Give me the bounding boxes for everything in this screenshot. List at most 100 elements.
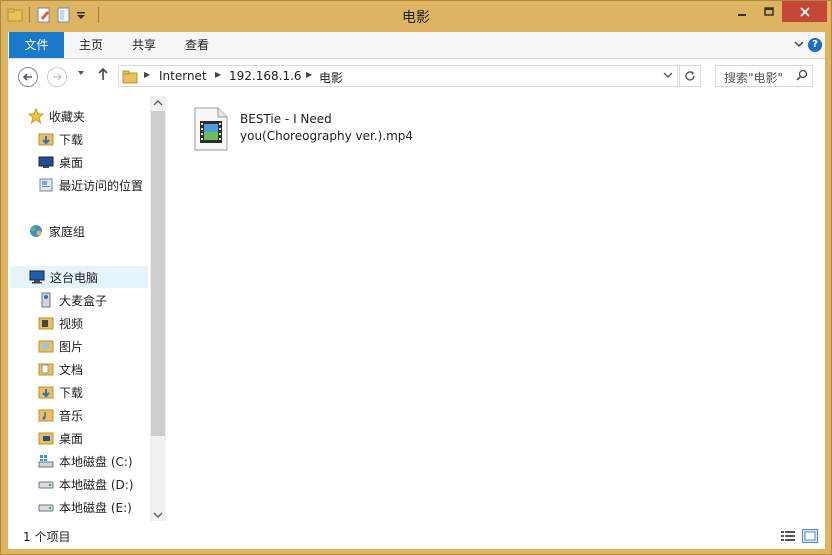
navigation-bar: ▶ Internet ▶ 192.168.1.6 ▶ 电影 搜索"电影" xyxy=(8,59,825,93)
up-button[interactable] xyxy=(97,67,109,85)
help-icon: ? xyxy=(812,39,818,50)
sidebar-item-label: 桌面 xyxy=(59,431,84,446)
sidebar-item-label: 本地磁盘 (C:) xyxy=(59,454,133,469)
sidebar-item-label: 视频 xyxy=(59,316,84,331)
scroll-up-icon[interactable] xyxy=(153,99,163,109)
sidebar-item-downloads[interactable]: 下载 xyxy=(38,128,83,150)
tab-file[interactable]: 文件 xyxy=(9,32,64,58)
breadcrumb-separator-icon[interactable]: ▶ xyxy=(144,70,150,79)
forward-arrow-icon xyxy=(53,73,63,81)
sidebar-item-label: 音乐 xyxy=(59,408,84,423)
sidebar-item-this-pc[interactable]: 这台电脑 xyxy=(10,266,148,288)
details-view-icon xyxy=(781,531,795,541)
expand-ribbon-button[interactable] xyxy=(793,38,805,50)
sidebar-item-label: 文档 xyxy=(59,362,84,377)
drive-icon xyxy=(38,476,54,492)
forward-button[interactable] xyxy=(47,67,67,87)
close-button[interactable] xyxy=(782,1,827,22)
sidebar-item-label: 图片 xyxy=(59,339,84,354)
sidebar-item-drive-e[interactable]: 本地磁盘 (E:) xyxy=(38,496,132,518)
content-area: 收藏夹 下载 桌面 最近访问的位置 家庭组 这台电脑 大麦盒子 视频 图片 文档… xyxy=(8,93,825,524)
file-name-line: you(Choreography ver.).mp4 xyxy=(240,129,414,143)
minimize-button[interactable] xyxy=(728,1,755,22)
documents-folder-icon xyxy=(38,361,54,377)
file-item[interactable]: BESTie - I Need you(Choreography ver.).m… xyxy=(194,107,434,155)
address-dropdown-button[interactable] xyxy=(663,70,673,83)
video-file-icon xyxy=(194,107,228,151)
navigation-pane: 收藏夹 下载 桌面 最近访问的位置 家庭组 这台电脑 大麦盒子 视频 图片 文档… xyxy=(8,93,150,521)
sidebar-item-label: 最近访问的位置 xyxy=(59,178,144,193)
breadcrumb-separator-icon[interactable]: ▶ xyxy=(215,70,221,79)
recent-locations-button[interactable] xyxy=(77,69,85,79)
sidebar-item-documents[interactable]: 文档 xyxy=(38,358,83,380)
maximize-button[interactable] xyxy=(755,1,782,22)
sidebar-item-label: 大麦盒子 xyxy=(59,293,108,308)
homegroup-icon xyxy=(28,223,44,239)
help-button[interactable]: ? xyxy=(808,38,822,52)
details-view-button[interactable] xyxy=(780,529,796,543)
breadcrumb-current[interactable]: 电影 xyxy=(319,69,343,86)
sidebar-item-videos[interactable]: 视频 xyxy=(38,312,83,334)
sidebar-item-label: 家庭组 xyxy=(49,224,86,239)
back-arrow-icon xyxy=(22,73,32,81)
sidebar-item-desktop[interactable]: 桌面 xyxy=(38,151,83,173)
desktop-icon xyxy=(38,154,54,170)
chevron-down-icon xyxy=(78,71,84,75)
sidebar-item-favorites[interactable]: 收藏夹 xyxy=(27,105,85,127)
tab-view[interactable]: 查看 xyxy=(174,32,220,58)
refresh-icon xyxy=(685,71,695,81)
address-bar[interactable]: ▶ Internet ▶ 192.168.1.6 ▶ 电影 xyxy=(118,65,678,87)
sidebar-item-label: 桌面 xyxy=(59,155,84,170)
sidebar-item-homegroup[interactable]: 家庭组 xyxy=(28,220,85,242)
refresh-button[interactable] xyxy=(679,65,701,87)
large-icons-view-icon xyxy=(802,529,818,543)
search-box[interactable]: 搜索"电影" xyxy=(715,65,813,87)
maximize-icon xyxy=(763,6,774,16)
large-icons-view-button[interactable] xyxy=(802,529,818,543)
download-folder-icon xyxy=(38,131,54,147)
search-icon[interactable] xyxy=(796,69,808,81)
tab-share[interactable]: 共享 xyxy=(121,32,167,58)
sidebar-item-label: 这台电脑 xyxy=(50,270,99,285)
file-name-line: BESTie - I Need xyxy=(240,112,332,126)
item-count: 1 个项目 xyxy=(23,530,71,544)
window-controls xyxy=(728,1,827,22)
sidebar-item-label: 下载 xyxy=(59,132,84,147)
explorer-window: 电影 文件 主页 共享 查看 ? ▶ Internet ▶ 192.168.1.… xyxy=(0,0,832,555)
sidebar-item-label: 本地磁盘 (D:) xyxy=(59,477,134,492)
star-icon xyxy=(27,107,45,125)
sidebar-item-drive-d[interactable]: 本地磁盘 (D:) xyxy=(38,473,133,495)
minimize-icon xyxy=(737,13,746,16)
search-input[interactable]: 搜索"电影" xyxy=(724,69,783,86)
download-folder-icon xyxy=(38,384,54,400)
status-bar: 1 个项目 xyxy=(8,521,825,549)
tab-home[interactable]: 主页 xyxy=(68,32,114,58)
breadcrumb-internet[interactable]: Internet xyxy=(159,69,207,83)
navigation-scrollbar[interactable] xyxy=(150,96,166,524)
sidebar-item-desktop-pc[interactable]: 桌面 xyxy=(38,427,83,449)
sidebar-item-pictures[interactable]: 图片 xyxy=(38,335,83,357)
recent-places-icon xyxy=(38,177,54,193)
desktop-folder-icon xyxy=(38,430,54,446)
videos-folder-icon xyxy=(38,315,54,331)
sidebar-item-label: 下载 xyxy=(59,385,84,400)
sidebar-item-recent-places[interactable]: 最近访问的位置 xyxy=(38,174,143,196)
sidebar-item-label: 本地磁盘 (E:) xyxy=(59,500,132,515)
sidebar-item-media-device[interactable]: 大麦盒子 xyxy=(38,289,107,311)
sidebar-item-downloads-pc[interactable]: 下载 xyxy=(38,381,83,403)
scroll-down-icon[interactable] xyxy=(153,511,163,521)
pictures-folder-icon xyxy=(38,338,54,354)
sidebar-item-music[interactable]: 音乐 xyxy=(38,404,83,426)
back-button[interactable] xyxy=(18,67,38,87)
scrollbar-thumb[interactable] xyxy=(151,111,165,436)
breadcrumb-host[interactable]: 192.168.1.6 xyxy=(229,69,302,83)
file-name: BESTie - I Need you(Choreography ver.).m… xyxy=(240,111,413,145)
folder-icon xyxy=(122,69,138,88)
chevron-down-icon xyxy=(663,72,673,78)
media-device-icon xyxy=(38,292,54,308)
music-folder-icon xyxy=(38,407,54,423)
breadcrumb-separator-icon[interactable]: ▶ xyxy=(306,70,312,79)
sidebar-item-drive-c[interactable]: 本地磁盘 (C:) xyxy=(38,450,133,472)
close-icon xyxy=(799,6,810,17)
ribbon-tabs: 文件 主页 共享 查看 ? xyxy=(8,32,825,59)
